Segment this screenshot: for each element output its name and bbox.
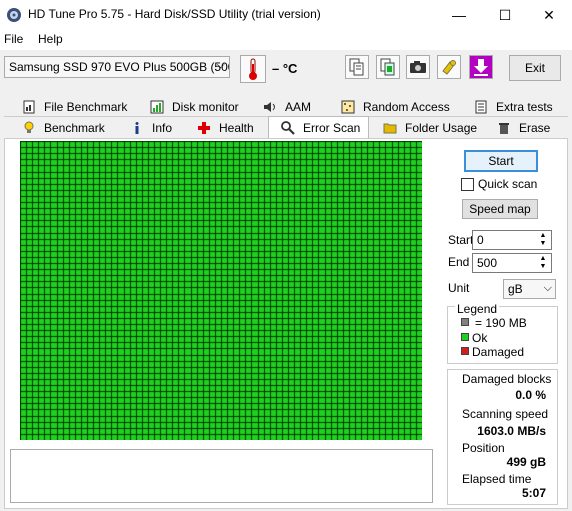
tab-label: Extra tests bbox=[496, 100, 553, 114]
speed-map-button[interactable]: Speed map bbox=[462, 199, 538, 219]
drive-select-value: Samsung SSD 970 EVO Plus 500GB (500 bbox=[9, 60, 230, 74]
tab-label: File Benchmark bbox=[44, 100, 128, 114]
unit-select-value: gB bbox=[508, 282, 523, 296]
legend-block-swatch bbox=[461, 318, 469, 326]
tab-label: Erase bbox=[519, 121, 551, 135]
tab-label: AAM bbox=[285, 100, 312, 114]
toolbar: Samsung SSD 970 EVO Plus 500GB (500 ⌵ – … bbox=[0, 50, 572, 90]
damaged-blocks-label: Damaged blocks bbox=[462, 372, 552, 386]
red-cross-icon bbox=[198, 122, 210, 134]
options-icon bbox=[442, 60, 456, 75]
scan-log bbox=[10, 449, 433, 503]
spin-down-icon[interactable]: ▼ bbox=[536, 240, 550, 248]
random-access-icon bbox=[341, 100, 355, 114]
tab-erase[interactable]: Erase bbox=[497, 118, 550, 138]
copy-all-button[interactable] bbox=[376, 55, 400, 79]
drive-select[interactable]: Samsung SSD 970 EVO Plus 500GB (500 ⌵ bbox=[4, 56, 230, 78]
position-label: Position bbox=[462, 441, 505, 455]
end-field-value: 500 bbox=[477, 256, 498, 270]
window-title: HD Tune Pro 5.75 - Hard Disk/SSD Utility… bbox=[28, 7, 321, 21]
trash-icon bbox=[499, 123, 509, 134]
magnifier-icon bbox=[281, 120, 295, 135]
scanning-speed-value: 1603.0 MB/s bbox=[477, 424, 546, 438]
tab-label: Folder Usage bbox=[405, 121, 478, 135]
unit-select[interactable]: gB ⌵ bbox=[503, 279, 556, 299]
thermometer-icon bbox=[249, 58, 257, 80]
spin-down-icon[interactable]: ▼ bbox=[536, 263, 550, 271]
tab-label: Disk monitor bbox=[172, 100, 239, 114]
menu-file[interactable]: File bbox=[4, 32, 23, 46]
tab-error-scan[interactable]: Error Scan bbox=[268, 116, 369, 138]
screenshot-button[interactable] bbox=[406, 55, 430, 79]
tab-label: Error Scan bbox=[303, 120, 361, 135]
tab-disk-monitor[interactable]: Disk monitor bbox=[150, 97, 239, 117]
legend-damaged-label: Damaged bbox=[472, 345, 525, 359]
tab-folder-usage[interactable]: Folder Usage bbox=[383, 118, 477, 138]
quick-scan-checkbox[interactable] bbox=[461, 177, 474, 191]
quick-scan-label: Quick scan bbox=[478, 177, 538, 191]
minimize-icon: — bbox=[452, 7, 466, 23]
close-icon: ✕ bbox=[543, 6, 555, 23]
tab-label: Random Access bbox=[363, 100, 450, 114]
spin-up-icon[interactable]: ▲ bbox=[536, 255, 550, 263]
maximize-button[interactable]: ☐ bbox=[482, 0, 528, 30]
tab-health[interactable]: Health bbox=[197, 118, 254, 138]
tab-benchmark[interactable]: Benchmark bbox=[22, 118, 105, 138]
position-value: 499 gB bbox=[506, 455, 546, 469]
legend-ok-swatch bbox=[461, 333, 469, 341]
start-field[interactable]: 0 ▲ ▼ bbox=[472, 230, 552, 250]
copy-all-icon bbox=[380, 58, 395, 76]
unit-label: Unit bbox=[448, 281, 470, 295]
temperature-readout: – °C bbox=[272, 61, 298, 76]
folder-icon bbox=[383, 123, 397, 134]
legend-block-size: = 190 MB bbox=[475, 316, 527, 330]
title-bar: HD Tune Pro 5.75 - Hard Disk/SSD Utility… bbox=[0, 0, 572, 30]
options-button[interactable] bbox=[437, 55, 461, 79]
scan-block-map bbox=[20, 141, 422, 440]
legend-title: Legend bbox=[455, 302, 500, 316]
elapsed-time-value: 5:07 bbox=[521, 486, 546, 500]
quick-scan-option[interactable]: Quick scan bbox=[461, 177, 537, 191]
tab-info[interactable]: Info bbox=[130, 118, 172, 138]
info-icon bbox=[135, 122, 139, 134]
extra-tests-icon bbox=[475, 100, 487, 114]
menu-bar: File Help bbox=[0, 30, 572, 50]
elapsed-time-label: Elapsed time bbox=[462, 472, 532, 486]
scanning-speed-label: Scanning speed bbox=[462, 407, 549, 421]
end-field[interactable]: 500 ▲ ▼ bbox=[472, 253, 552, 273]
close-button[interactable]: ✕ bbox=[526, 0, 572, 30]
chevron-down-icon: ⌵ bbox=[543, 282, 552, 294]
tab-label: Info bbox=[152, 121, 173, 135]
lightbulb-icon bbox=[24, 121, 34, 133]
menu-help[interactable]: Help bbox=[38, 32, 63, 46]
tab-file-benchmark[interactable]: File Benchmark bbox=[22, 97, 127, 117]
exit-button[interactable]: Exit bbox=[509, 55, 561, 81]
minimize-button[interactable]: — bbox=[436, 0, 482, 30]
temperature-button[interactable] bbox=[240, 55, 266, 83]
start-button[interactable]: Start bbox=[464, 150, 538, 172]
disk-monitor-icon bbox=[150, 100, 164, 114]
save-button[interactable] bbox=[469, 55, 493, 79]
tab-label: Health bbox=[219, 121, 254, 135]
legend-ok-label: Ok bbox=[472, 331, 488, 345]
spin-up-icon[interactable]: ▲ bbox=[536, 232, 550, 240]
maximize-icon: ☐ bbox=[498, 6, 512, 23]
copy-info-button[interactable] bbox=[345, 55, 369, 79]
chevron-down-icon: ⌵ bbox=[216, 59, 225, 71]
tab-label: Benchmark bbox=[44, 121, 105, 135]
tab-extra-tests[interactable]: Extra tests bbox=[474, 97, 553, 117]
camera-icon bbox=[410, 61, 426, 73]
tab-random-access[interactable]: Random Access bbox=[341, 97, 450, 117]
download-arrow-icon bbox=[474, 59, 488, 76]
damaged-blocks-value: 0.0 % bbox=[515, 388, 546, 402]
app-icon bbox=[7, 8, 21, 22]
start-field-label: Start bbox=[448, 233, 474, 247]
copy-info-icon bbox=[349, 58, 364, 76]
file-benchmark-icon bbox=[23, 100, 35, 114]
speaker-icon bbox=[264, 102, 275, 112]
start-field-value: 0 bbox=[477, 233, 484, 247]
tab-aam[interactable]: AAM bbox=[263, 97, 311, 117]
legend-damaged-swatch bbox=[461, 347, 469, 355]
end-field-label: End bbox=[448, 255, 470, 269]
